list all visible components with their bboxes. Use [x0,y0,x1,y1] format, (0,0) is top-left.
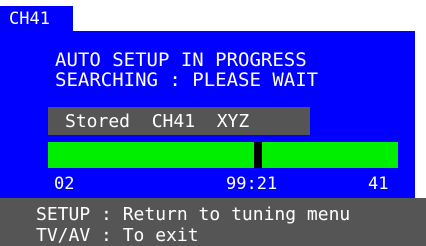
tv-osd-screen: CH41 AUTO SETUP IN PROGRESS SEARCHING : … [0,0,426,246]
help-exit-line: TV/AV : To exit [36,225,199,246]
progress-marker [254,142,263,168]
status-line-progress: AUTO SETUP IN PROGRESS [55,49,307,71]
scale-start-label: 02 [54,174,75,194]
scale-current-label: 99:21 [226,174,278,194]
help-footer: SETUP : Return to tuning menu TV/AV : To… [0,198,426,246]
channel-tab: CH41 [0,6,73,31]
auto-setup-panel: AUTO SETUP IN PROGRESS SEARCHING : PLEAS… [0,31,415,198]
stored-channel-box: Stored CH41 XYZ [48,107,310,135]
status-line-searching: SEARCHING : PLEASE WAIT [55,69,319,91]
scale-end-label: 41 [368,174,389,194]
help-setup-line: SETUP : Return to tuning menu [36,204,351,225]
search-progress-bar [48,142,398,168]
